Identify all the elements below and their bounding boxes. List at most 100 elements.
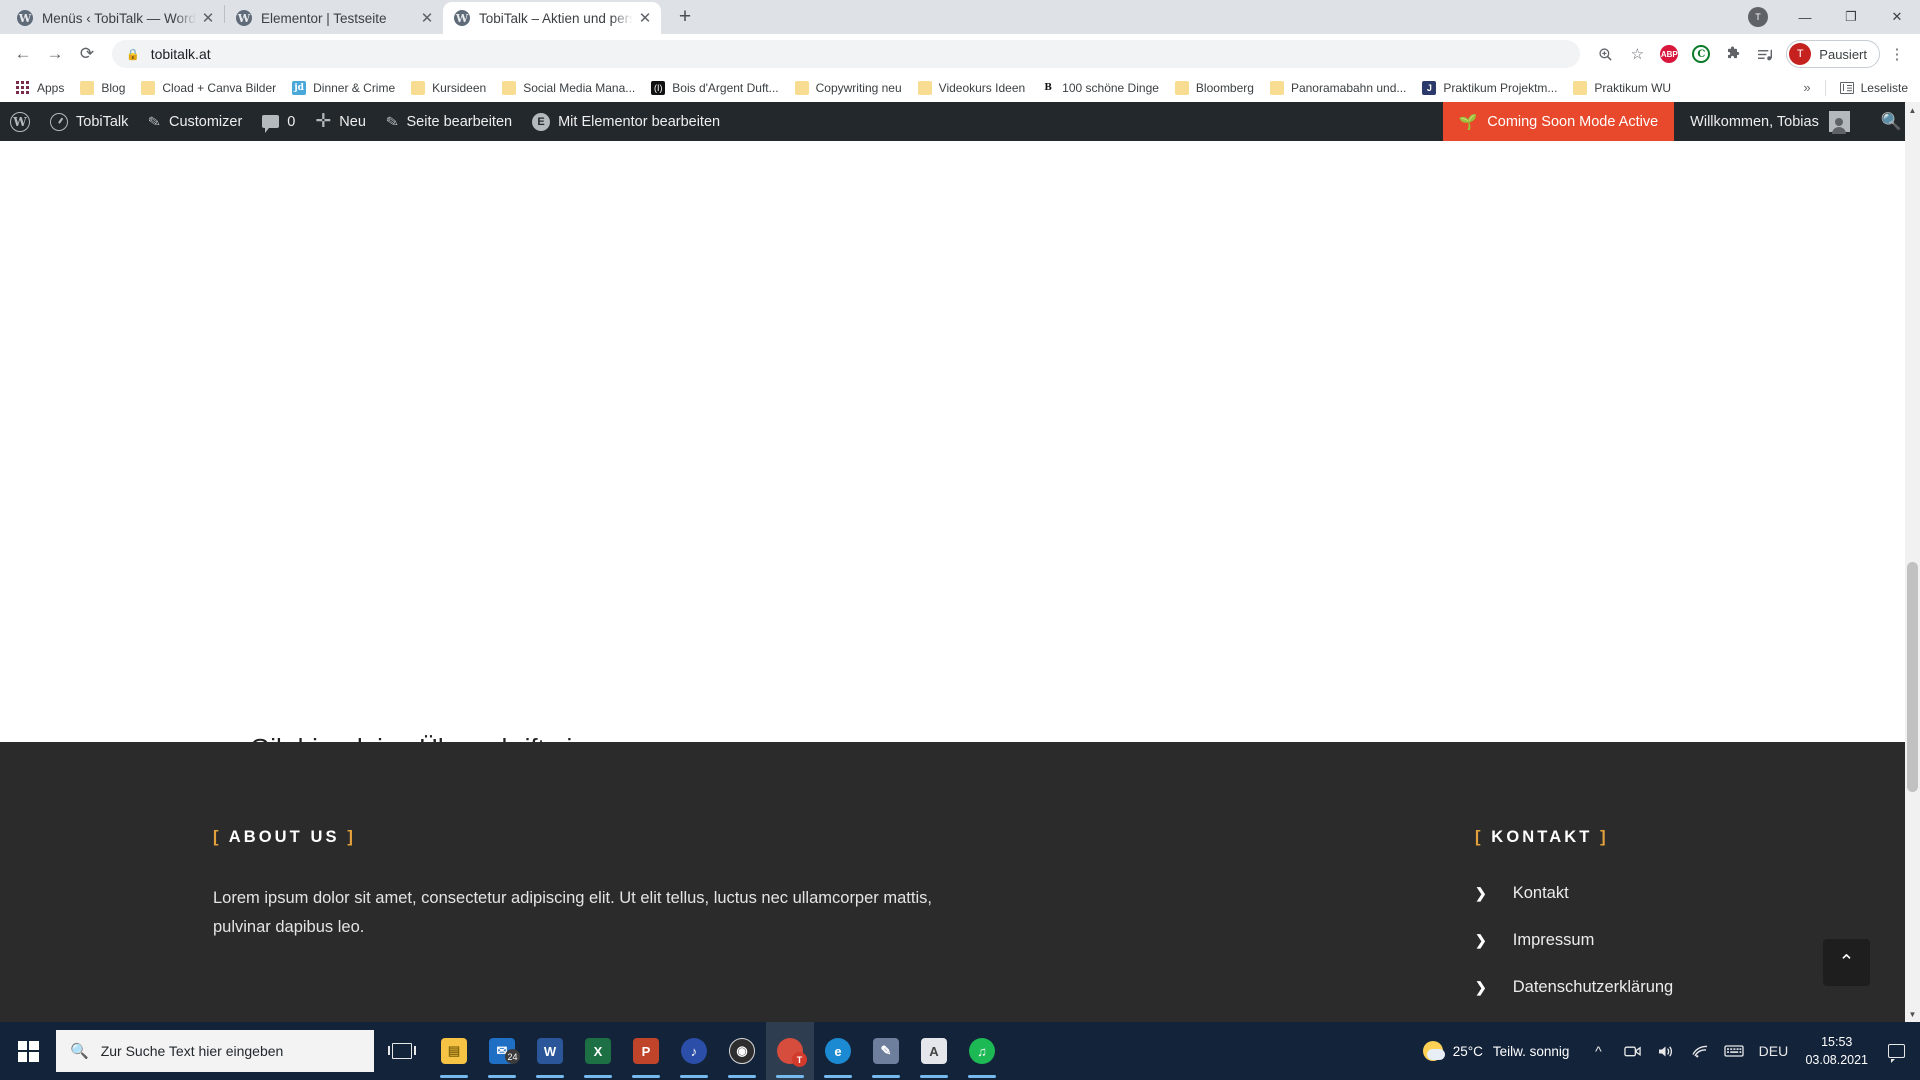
bracket-close: ] [1600,828,1609,846]
taskbar-app-mail[interactable]: ✉ 24 [478,1022,526,1080]
taskbar-app-microsoft-edge[interactable]: e [814,1022,862,1080]
tray-overflow-chevron-icon[interactable]: ^ [1581,1022,1615,1080]
keyboard-icon[interactable] [1717,1022,1751,1080]
coming-soon-label: Coming Soon Mode Active [1487,113,1659,130]
footer-link-item[interactable]: ❯ Impressum [1475,931,1673,950]
footer-column-kontakt: [ KONTAKT ] ❯ Kontakt ❯ Impressum ❯ Date… [1475,828,1673,1022]
bookmark-label: Cload + Canva Bilder [162,80,277,95]
bookmark-star-icon[interactable]: ☆ [1622,39,1652,69]
adminbar-account-menu[interactable]: Willkommen, Tobias [1674,111,1863,134]
windows-start-icon[interactable] [0,1022,56,1080]
taskbar-app-photo-editor[interactable]: ✎ [862,1022,910,1080]
camera-icon[interactable] [1615,1022,1649,1080]
bookmark-item[interactable]: Panoramabahn und... [1262,77,1414,99]
taskbar-app-acrobat-reader[interactable]: A [910,1022,958,1080]
bookmark-item[interactable]: B 100 schöne Dinge [1033,77,1167,99]
browser-tab-active[interactable]: W TobiTalk – Aktien und persönliche ✕ [443,2,661,34]
taskbar-app-word[interactable]: W [526,1022,574,1080]
bookmark-item[interactable]: Praktikum WU [1565,77,1679,99]
wifi-icon[interactable] [1683,1022,1717,1080]
taskbar-app-excel[interactable]: X [574,1022,622,1080]
taskbar-app-file-explorer[interactable]: ▤ [430,1022,478,1080]
adminbar-edit-page[interactable]: ✎ Seite bearbeiten [376,102,522,141]
minimize-button[interactable]: — [1782,1,1828,33]
folder-icon [141,80,156,95]
clock-time: 15:53 [1821,1034,1853,1049]
footer-link-item[interactable]: ❯ Datenschutzerklärung [1475,978,1673,997]
dashboard-gauge-icon [50,112,68,131]
language-indicator[interactable]: DEU [1751,1022,1795,1080]
bookmark-label: Bloomberg [1195,80,1254,95]
adminbar-new[interactable]: ✛ Neu [305,102,376,141]
task-view-icon[interactable] [374,1022,430,1080]
bookmark-label: Videokurs Ideen [938,80,1026,95]
adminbar-edit-with-elementor[interactable]: E Mit Elementor bearbeiten [522,102,730,141]
bookmark-item[interactable]: (I) Bois d'Argent Duft... [643,77,786,99]
adminbar-customizer[interactable]: ✎ Customizer [138,102,252,141]
bookmark-item[interactable]: Blog [72,77,133,99]
coming-soon-mode-badge[interactable]: 🌱 Coming Soon Mode Active [1442,102,1675,141]
weather-widget[interactable]: 25°C Teilw. sonnig [1411,1041,1582,1061]
tab-title: Menüs ‹ TobiTalk — WordPress [42,10,196,26]
notification-center-icon[interactable] [1878,1022,1914,1080]
bookmark-item[interactable]: Social Media Mana... [494,77,643,99]
bookmark-apps[interactable]: Apps [8,77,72,99]
media-list-icon[interactable] [1750,39,1780,69]
profile-paused-button[interactable]: T Pausiert [1786,40,1880,68]
taskbar-app-powerpoint[interactable]: P [622,1022,670,1080]
bookmark-item[interactable]: Cload + Canva Bilder [133,77,284,99]
close-icon[interactable]: ✕ [200,10,216,26]
extensions-puzzle-icon[interactable] [1718,39,1748,69]
browser-tab[interactable]: W Elementor | Testseite ✕ [225,2,443,34]
forward-icon[interactable]: → [40,39,70,69]
taskbar-app-spotify[interactable]: ♫ [958,1022,1006,1080]
adminbar-label: 0 [287,113,296,130]
bookmark-label: Copywriting neu [815,80,902,95]
adminbar-comments[interactable]: 0 [252,102,305,141]
address-bar[interactable]: 🔒 tobitalk.at [112,40,1581,68]
adminbar-site-name[interactable]: TobiTalk [40,102,138,141]
folder-icon [794,80,809,95]
volume-icon[interactable] [1649,1022,1683,1080]
taskbar-app-obs-studio[interactable]: ◉ [718,1022,766,1080]
back-icon[interactable]: ← [8,39,38,69]
three-dot-menu-icon[interactable]: ⋮ [1882,39,1912,69]
taskbar-app-headphones[interactable]: ♪ [670,1022,718,1080]
page-scrollbar[interactable]: ▲ ▼ [1905,102,1920,1022]
scrollbar-down-arrow[interactable]: ▼ [1905,1006,1920,1022]
colorzilla-extension-icon[interactable]: C [1686,39,1716,69]
taskbar-search-input[interactable]: 🔍 Zur Suche Text hier eingeben [56,1030,374,1072]
bookmark-item[interactable]: Kursideen [403,77,494,99]
folder-icon [502,80,517,95]
scroll-to-top-icon[interactable]: ⌃ [1823,939,1870,986]
bookmark-item[interactable]: Copywriting neu [787,77,910,99]
browser-tab[interactable]: W Menüs ‹ TobiTalk — WordPress ✕ [6,2,224,34]
footer-link-item[interactable]: ❯ Kontakt [1475,884,1673,903]
adblock-plus-extension-icon[interactable]: ABP [1654,39,1684,69]
bookmark-item[interactable]: Videokurs Ideen [910,77,1034,99]
clock[interactable]: 15:53 03.08.2021 [1795,1033,1878,1069]
profile-badge[interactable]: T [1748,7,1768,27]
toolbar-icons: ☆ ABP C T Pausiert ⋮ [1590,39,1912,69]
bracket-close: ] [347,828,356,846]
maximize-button[interactable]: ❐ [1828,1,1874,33]
close-icon[interactable]: ✕ [419,10,435,26]
scrollbar-up-arrow[interactable]: ▲ [1905,102,1920,118]
obs-studio-icon: ◉ [729,1038,755,1064]
search-icon: 🔍 [70,1043,89,1060]
zoom-icon[interactable] [1590,39,1620,69]
footer-link-label: Datenschutzerklärung [1512,978,1674,996]
wordpress-logo-button[interactable]: W [0,102,40,141]
bookmarks-overflow-icon[interactable]: » [1803,80,1810,95]
reload-icon[interactable]: ⟳ [72,39,102,69]
close-icon[interactable]: ✕ [637,10,653,26]
footer-heading-kontakt: [ KONTAKT ] [1475,828,1673,847]
bookmark-item[interactable]: J Praktikum Projektm... [1414,77,1565,99]
reading-list-button[interactable]: Leseliste [1839,81,1908,95]
taskbar-app-google-chrome[interactable]: T [766,1022,814,1080]
new-tab-button[interactable]: + [670,2,700,32]
close-window-button[interactable]: ✕ [1874,1,1920,33]
bookmark-item[interactable]: jd Dinner & Crime [284,77,403,99]
bookmark-item[interactable]: Bloomberg [1167,77,1262,99]
scrollbar-thumb[interactable] [1907,562,1918,792]
